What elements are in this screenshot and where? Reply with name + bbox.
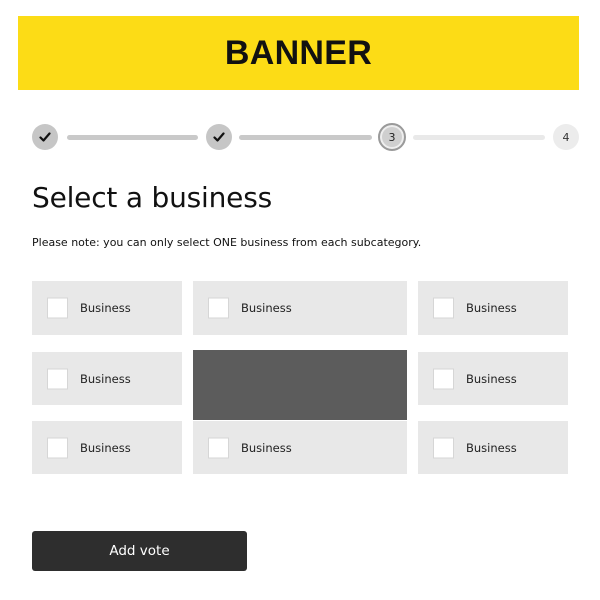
business-label: Business	[466, 371, 517, 386]
step-connector	[413, 135, 545, 140]
business-checkbox[interactable]	[433, 368, 454, 389]
step-number: 3	[388, 130, 396, 144]
step-2-complete[interactable]	[206, 124, 232, 150]
business-label: Business	[241, 440, 292, 455]
business-checkbox[interactable]	[47, 437, 68, 458]
step-4-upcoming[interactable]: 4	[553, 124, 579, 150]
image-placeholder	[193, 350, 407, 420]
business-option[interactable]: Business	[32, 421, 182, 474]
business-option[interactable]: Business	[418, 281, 568, 335]
banner: BANNER	[18, 16, 579, 90]
business-option[interactable]: Business	[418, 421, 568, 474]
business-checkbox[interactable]	[208, 437, 229, 458]
business-label: Business	[80, 371, 131, 386]
page-title: Select a business	[32, 181, 272, 214]
add-vote-button[interactable]: Add vote	[32, 531, 247, 571]
business-label: Business	[80, 301, 131, 315]
business-checkbox[interactable]	[433, 437, 454, 458]
business-option[interactable]: Business	[32, 281, 182, 335]
step-connector	[67, 135, 198, 140]
business-option[interactable]: Business	[418, 352, 568, 405]
progress-stepper: 3 4	[30, 120, 582, 154]
business-option[interactable]: Business	[193, 281, 407, 335]
selection-note: Please note: you can only select ONE bus…	[32, 236, 422, 249]
step-connector	[239, 135, 372, 140]
business-option[interactable]: Business	[32, 352, 182, 405]
step-1-complete[interactable]	[32, 124, 58, 150]
business-checkbox[interactable]	[47, 368, 68, 389]
business-label: Business	[466, 301, 517, 315]
check-icon	[213, 132, 225, 142]
step-3-current[interactable]: 3	[378, 123, 406, 151]
business-checkbox[interactable]	[433, 297, 454, 319]
step-number: 4	[562, 130, 570, 144]
check-icon	[39, 132, 51, 142]
business-label: Business	[466, 440, 517, 455]
business-checkbox[interactable]	[47, 297, 68, 319]
business-option[interactable]: Business	[193, 421, 407, 474]
business-label: Business	[241, 301, 292, 315]
business-checkbox[interactable]	[208, 297, 229, 319]
banner-text: BANNER	[224, 33, 373, 72]
business-label: Business	[80, 440, 131, 455]
